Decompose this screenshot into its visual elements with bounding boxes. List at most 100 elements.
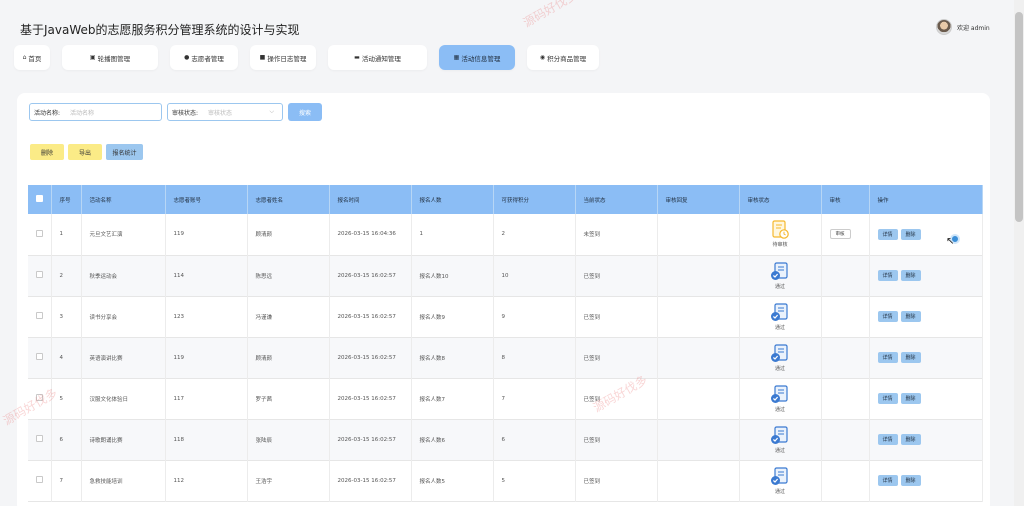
nav-item-3[interactable]: ■ 操作日志管理 [250,45,316,70]
table-row[interactable]: 3 读书分享会 123 冯谨谦 2026-03-15 16:02:57 报名人数9 9 已签到… [28,296,983,337]
cell-audit: 审核 [821,214,870,255]
mouse-pointer-icon: ↖ [946,236,955,247]
welcome-text: 欢迎 admin [957,24,990,32]
audit-status-text: 待审核 [772,242,788,249]
cell-person: 顾清颜 [247,214,330,255]
col-header: 审核状态 [739,185,822,214]
row-delete-button[interactable]: 删除 [900,393,921,404]
cell-no: 6 [51,419,82,460]
cell-audit-status: 通过 [739,255,822,296]
table-row[interactable]: 1 元旦文艺汇演 119 顾清颜 2026-03-15 16:04:36 1 2 未签到 待审核… [28,214,983,255]
audit-status-text: 通过 [774,488,785,495]
nav-item-1[interactable]: ▣ 轮播图管理 [62,45,158,70]
cell-actions: 详情 删除 [869,255,983,296]
row-checkbox[interactable] [28,378,52,419]
detail-button[interactable]: 详情 [877,475,898,486]
audit-button[interactable]: 审核 [829,229,851,240]
table-row[interactable]: 7 急救技能培训 112 王浩宇 2026-03-15 16:02:57 报名人数5 5 已签… [28,460,983,501]
cell-actions: 详情 删除 [869,378,983,419]
top-nav: ⌂ 首页 ▣ 轮播图管理 ● 志愿者管理 ■ 操作日志管理 ▬ 活动通知管理 ▦ 活动信息管理 ◉ 积分商… [14,45,599,70]
cell-actions: 详情 删除 [869,337,983,378]
audit-status-value[interactable]: 审核状态 [204,108,232,117]
audit-status-text: 通过 [774,365,785,372]
activity-name-field[interactable]: 活动名称: 活动名称 [29,103,162,121]
cell-audit [821,296,870,337]
nav-item-label: 志愿者管理 [191,54,224,63]
activity-name-input[interactable]: 活动名称 [66,108,94,117]
pending-icon [772,220,789,240]
cell-audit-status: 通过 [739,460,822,501]
chevron-down-icon[interactable]: ⌵ [269,108,274,116]
audit-status-text: 通过 [774,447,785,454]
cell-reply [657,296,740,337]
cell-activity-name: 诗歌朗诵比赛 [81,419,166,460]
delete-button[interactable]: 删除 [30,144,64,160]
table-row[interactable]: 2 秋季运动会 114 陈思远 2026-03-15 16:02:57 报名人数10 10 已… [28,255,983,296]
image-icon: ▣ [89,54,96,61]
row-checkbox[interactable] [28,419,52,460]
cell-reply [657,214,740,255]
row-checkbox[interactable] [28,255,52,296]
row-delete-button[interactable]: 删除 [900,228,921,240]
nav-item-6[interactable]: ◉ 积分商品管理 [527,45,599,70]
row-delete-button[interactable]: 删除 [900,352,921,363]
folder-icon: ▬ [354,54,360,61]
col-header: 当前状态 [575,185,658,214]
nav-item-label: 首页 [28,54,42,63]
cell-account: 119 [165,214,248,255]
row-delete-button[interactable]: 删除 [900,270,921,281]
cell-time: 2026-03-15 16:02:57 [329,419,412,460]
gift-icon: ◉ [539,54,546,61]
nav-item-5[interactable]: ▦ 活动信息管理 [439,45,515,70]
detail-button[interactable]: 详情 [877,393,898,404]
cell-account: 112 [165,460,248,501]
audit-status-select[interactable]: 审核状态: 审核状态 ⌵ [167,103,283,121]
avatar[interactable] [936,19,952,35]
cell-no: 5 [51,378,82,419]
table-header-row: 序号 活动名称 志愿者账号 志愿者姓名 报名时间 报名人数 可获得积分 当前状态… [28,185,983,214]
scrollbar-thumb[interactable] [1015,12,1023,222]
page-scrollbar[interactable] [1014,0,1024,506]
cell-points: 10 [493,255,576,296]
cell-state: 已签到 [575,378,658,419]
cell-no: 4 [51,337,82,378]
detail-button[interactable]: 详情 [877,352,898,363]
row-checkbox[interactable] [28,337,52,378]
cell-activity-name: 汉服文化体验日 [81,378,166,419]
cell-state: 未签到 [575,214,658,255]
table-row[interactable]: 6 诗歌朗诵比赛 118 张陆辰 2026-03-15 16:02:57 报名人数6 6 已签… [28,419,983,460]
row-checkbox[interactable] [28,460,52,501]
row-checkbox[interactable] [28,296,52,337]
detail-button[interactable]: 详情 [877,270,898,281]
user-menu[interactable]: 欢迎 admin [936,19,990,35]
cell-activity-name: 秋季运动会 [81,255,166,296]
cell-audit [821,460,870,501]
watermark: 源码好伐多 [520,0,580,30]
row-delete-button[interactable]: 删除 [900,475,921,486]
nav-item-4[interactable]: ▬ 活动通知管理 [328,45,427,70]
row-delete-button[interactable]: 删除 [900,311,921,322]
audit-status-label: 审核状态: [172,109,199,117]
search-button[interactable]: 搜索 [288,103,322,121]
cell-time: 2026-03-15 16:02:57 [329,296,412,337]
nav-item-0[interactable]: ⌂ 首页 [14,45,50,70]
cell-points: 5 [493,460,576,501]
col-header: 操作 [869,185,983,214]
select-all-checkbox[interactable] [28,185,52,214]
row-checkbox[interactable] [28,214,52,255]
nav-item-2[interactable]: ● 志愿者管理 [170,45,238,70]
row-delete-button[interactable]: 删除 [900,434,921,445]
detail-button[interactable]: 详情 [877,434,898,445]
table-row[interactable]: 5 汉服文化体验日 117 罗子茜 2026-03-15 16:02:57 报名人数7 7 已… [28,378,983,419]
detail-button[interactable]: 详情 [877,228,898,240]
export-button[interactable]: 导出 [68,144,102,160]
detail-button[interactable]: 详情 [877,311,898,322]
audit-status-text: 通过 [774,324,785,331]
cell-activity-name: 英语演讲比赛 [81,337,166,378]
table-row[interactable]: 4 英语演讲比赛 119 顾清颜 2026-03-15 16:02:57 报名人数8 8 已签… [28,337,983,378]
cell-no: 1 [51,214,82,255]
cell-account: 114 [165,255,248,296]
approved-icon [771,384,788,403]
signup-stats-button[interactable]: 报名统计 [106,144,143,160]
cell-audit-status: 待审核 [739,214,822,255]
